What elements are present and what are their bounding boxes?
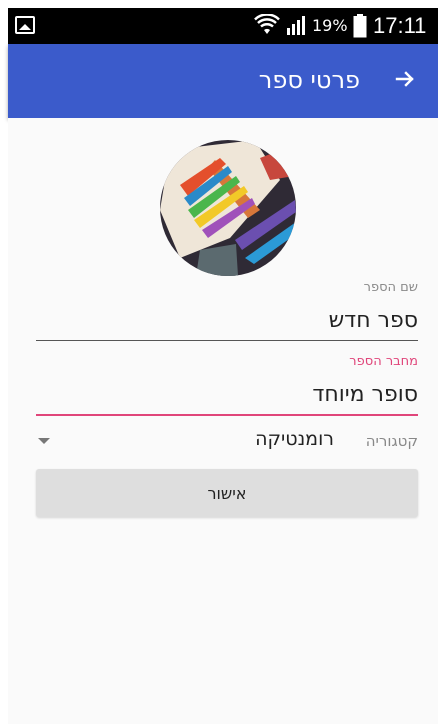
back-button[interactable]: [388, 62, 422, 96]
book-details-form: שם הספר ספר חדש מחבר הספר סופר מיוחד קטג…: [8, 118, 438, 724]
author-label: מחבר הספר: [349, 354, 418, 369]
chevron-down-icon: [38, 438, 50, 444]
signal-icon: [287, 16, 305, 35]
status-time: 17:11: [373, 13, 427, 38]
wifi-icon: [254, 14, 280, 34]
image-icon: [15, 16, 35, 34]
book-name-underline: [36, 340, 418, 341]
book-name-input[interactable]: ספר חדש: [329, 308, 418, 333]
book-image[interactable]: [160, 140, 296, 276]
app-bar: פרטי ספר: [8, 44, 438, 118]
category-label: קטגוריה: [365, 432, 418, 450]
category-select[interactable]: קטגוריה רומנטיקה: [36, 424, 418, 454]
book-name-label: שם הספר: [363, 280, 418, 295]
top-crop-band: [0, 0, 438, 8]
author-input[interactable]: סופר מיוחד: [312, 382, 418, 407]
battery-percent: 19%: [312, 16, 348, 35]
arrow-right-icon: [395, 71, 414, 87]
category-value: רומנטיקה: [255, 428, 334, 450]
confirm-button[interactable]: אישור: [36, 469, 418, 517]
battery-icon: [353, 14, 367, 38]
status-bar: 19% 17:11: [8, 8, 438, 44]
author-underline: [36, 414, 418, 416]
page-title: פרטי ספר: [258, 66, 360, 94]
book-image-graphic: [160, 140, 296, 276]
